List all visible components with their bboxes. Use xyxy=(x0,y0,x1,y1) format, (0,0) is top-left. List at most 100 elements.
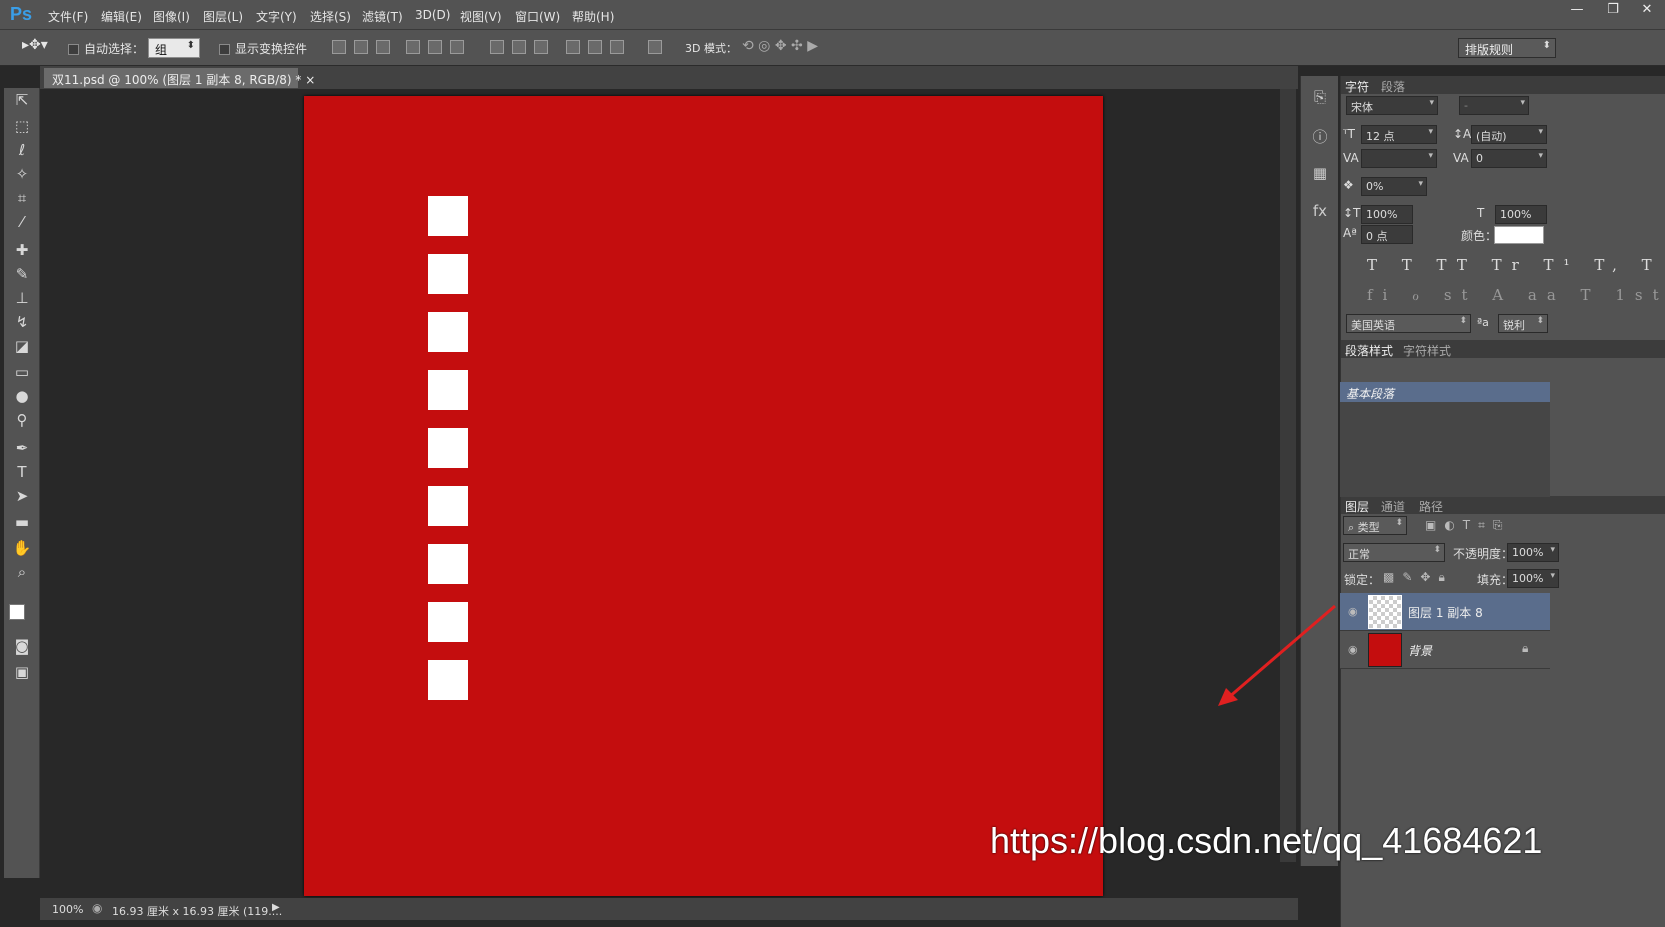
history-brush-tool-icon[interactable]: ↯ xyxy=(12,312,32,332)
quick-mask-icon[interactable]: ◙ xyxy=(12,636,32,656)
align-hcenter-icon[interactable] xyxy=(428,40,442,54)
move-tool-preset-icon[interactable]: ▸✥▾ xyxy=(22,37,48,53)
dodge-tool-icon[interactable]: ⚲ xyxy=(12,410,32,430)
marquee-tool-icon[interactable]: ⬚ xyxy=(12,116,32,136)
baseline-shift-input[interactable]: 0 点 xyxy=(1361,225,1413,244)
brush-tool-icon[interactable]: ✎ xyxy=(12,264,32,284)
auto-align-icon[interactable] xyxy=(648,40,662,54)
auto-select-dropdown[interactable]: 组 ⬍ xyxy=(148,38,200,58)
close-tab-icon[interactable]: × xyxy=(305,73,315,87)
opacity-input[interactable]: 100% ▾ xyxy=(1507,543,1559,562)
layer-filter-icons[interactable]: ▣◐T⌗⎘ xyxy=(1425,518,1511,533)
distribute-right-icon[interactable] xyxy=(610,40,624,54)
menu-3d[interactable]: 3D(D) xyxy=(415,8,450,22)
eyedropper-tool-icon[interactable]: ⁄ xyxy=(12,212,32,232)
auto-select-checkbox[interactable]: 自动选择： xyxy=(68,40,144,57)
document-tab[interactable]: 双11.psd @ 100% (图层 1 副本 8, RGB/8) * × xyxy=(44,68,315,88)
blur-tool-icon[interactable]: ● xyxy=(12,386,32,406)
crop-tool-icon[interactable]: ⌗ xyxy=(12,188,32,208)
status-menu-icon[interactable]: ▶ xyxy=(272,902,280,913)
tsume-input[interactable]: 0% ▾ xyxy=(1361,177,1427,196)
healing-brush-tool-icon[interactable]: ✚ xyxy=(12,240,32,260)
tab-channels[interactable]: 通道 xyxy=(1381,498,1405,515)
tab-layers[interactable]: 图层 xyxy=(1345,498,1369,515)
distribute-bottom-icon[interactable] xyxy=(534,40,548,54)
pen-tool-icon[interactable]: ✒ xyxy=(12,438,32,458)
align-right-icon[interactable] xyxy=(450,40,464,54)
blend-mode-dropdown[interactable]: 正常 ⬍ xyxy=(1343,543,1445,562)
path-selection-tool-icon[interactable]: ➤ xyxy=(12,486,32,506)
magic-wand-tool-icon[interactable]: ✧ xyxy=(12,164,32,184)
show-transform-checkbox[interactable]: 显示变换控件 xyxy=(219,40,307,57)
vertical-scale-input[interactable]: 100% xyxy=(1361,205,1413,224)
screen-mode-icon[interactable]: ▣ xyxy=(12,662,32,682)
kerning-input[interactable]: ▾ xyxy=(1361,149,1437,168)
3d-tools-icons[interactable]: ⟲ ◎ ✥ ✣ ▶ xyxy=(742,38,818,54)
eraser-tool-icon[interactable]: ◪ xyxy=(12,336,32,356)
vertical-scrollbar[interactable] xyxy=(1280,89,1296,862)
align-vcenter-icon[interactable] xyxy=(354,40,368,54)
menu-select[interactable]: 选择(S) xyxy=(310,8,351,25)
zoom-level[interactable]: 100% xyxy=(52,903,83,916)
font-family-dropdown[interactable]: 宋体 ▾ xyxy=(1346,96,1438,115)
lasso-tool-icon[interactable]: ℓ xyxy=(12,140,32,160)
document-canvas[interactable] xyxy=(304,96,1103,896)
minimize-button[interactable]: — xyxy=(1560,0,1594,22)
maximize-button[interactable]: ❐ xyxy=(1596,0,1630,22)
history-panel-icon[interactable]: ⎘ xyxy=(1310,88,1330,108)
gradient-tool-icon[interactable]: ▭ xyxy=(12,362,32,382)
workspace-switcher[interactable]: 排版规则 ⬍ xyxy=(1458,38,1556,58)
tab-paths[interactable]: 路径 xyxy=(1419,498,1443,515)
hand-tool-icon[interactable]: ✋ xyxy=(12,538,32,558)
layer-name[interactable]: 背景 xyxy=(1408,642,1432,659)
move-tool-icon[interactable]: ⇱ xyxy=(12,90,32,110)
antialias-dropdown[interactable]: 锐利 ⬍ xyxy=(1498,314,1548,333)
font-size-input[interactable]: 12 点 ▾ xyxy=(1361,125,1437,144)
leading-input[interactable]: (自动) ▾ xyxy=(1471,125,1547,144)
menu-file[interactable]: 文件(F) xyxy=(48,8,88,25)
fill-input[interactable]: 100% ▾ xyxy=(1507,569,1559,588)
zoom-tool-icon[interactable]: ⌕ xyxy=(12,562,32,582)
eye-icon[interactable]: ◉ xyxy=(1348,605,1362,619)
type-tool-icon[interactable]: T xyxy=(12,462,32,482)
text-style-buttons[interactable]: T T TT Tr T¹ T, T T xyxy=(1367,256,1665,274)
shape-tool-icon[interactable]: ▬ xyxy=(12,512,32,532)
menu-layer[interactable]: 图层(L) xyxy=(203,8,243,25)
layer-row[interactable]: ◉ 图层 1 副本 8 xyxy=(1340,593,1550,631)
distribute-left-icon[interactable] xyxy=(566,40,580,54)
menu-help[interactable]: 帮助(H) xyxy=(572,8,614,25)
menu-view[interactable]: 视图(V) xyxy=(460,8,502,25)
menu-image[interactable]: 图像(I) xyxy=(153,8,190,25)
distribute-top-icon[interactable] xyxy=(490,40,504,54)
tab-paragraph-styles[interactable]: 段落样式 xyxy=(1345,342,1393,359)
distribute-hcenter-icon[interactable] xyxy=(588,40,602,54)
info-panel-icon[interactable]: ⓘ xyxy=(1310,126,1330,146)
tab-character[interactable]: 字符 xyxy=(1345,78,1369,95)
menu-type[interactable]: 文字(Y) xyxy=(256,8,297,25)
styles-panel-icon[interactable]: fx xyxy=(1310,202,1330,222)
tab-paragraph[interactable]: 段落 xyxy=(1381,78,1405,95)
eye-icon[interactable]: ◉ xyxy=(1348,643,1362,657)
tracking-input[interactable]: 0 ▾ xyxy=(1471,149,1547,168)
menu-edit[interactable]: 编辑(E) xyxy=(101,8,142,25)
distribute-vcenter-icon[interactable] xyxy=(512,40,526,54)
lock-icons[interactable]: ▩✎✥🔒︎ xyxy=(1383,570,1453,585)
language-dropdown[interactable]: 美国英语 ⬍ xyxy=(1346,314,1471,333)
close-button[interactable]: ✕ xyxy=(1630,0,1664,22)
paragraph-style-item[interactable]: 基本段落 xyxy=(1340,382,1550,402)
layer-filter-dropdown[interactable]: ⌕ 类型 ⬍ xyxy=(1343,516,1407,535)
swatches-panel-icon[interactable]: ▦ xyxy=(1310,164,1330,184)
foreground-color-swatch[interactable] xyxy=(9,604,25,620)
layer-row[interactable]: ◉ 背景 🔒︎ xyxy=(1340,631,1550,669)
font-style-dropdown[interactable]: - ▾ xyxy=(1459,96,1529,115)
opentype-buttons[interactable]: fi ℴ st A aa T 1st ½ xyxy=(1367,286,1665,304)
horizontal-scale-input[interactable]: 100% xyxy=(1495,205,1547,224)
tab-character-styles[interactable]: 字符样式 xyxy=(1403,342,1451,359)
layer-name[interactable]: 图层 1 副本 8 xyxy=(1408,604,1483,621)
text-color-swatch[interactable] xyxy=(1494,226,1544,244)
align-left-icon[interactable] xyxy=(406,40,420,54)
menu-filter[interactable]: 滤镜(T) xyxy=(362,8,403,25)
menu-window[interactable]: 窗口(W) xyxy=(515,8,560,25)
stamp-tool-icon[interactable]: ⊥ xyxy=(12,288,32,308)
align-top-icon[interactable] xyxy=(332,40,346,54)
